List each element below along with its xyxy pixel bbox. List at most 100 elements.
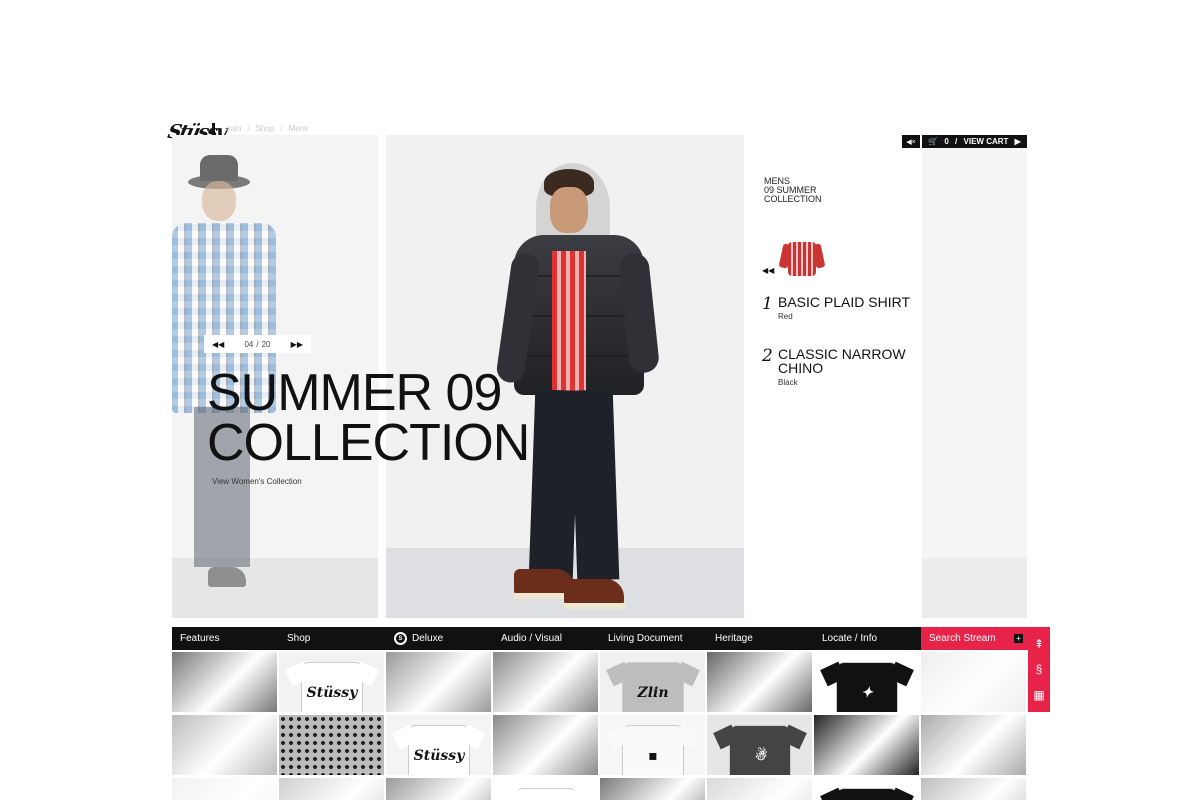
breadcrumb-separator: / — [280, 124, 283, 133]
look-pager: ◀◀ 04 / 20 ▶▶ — [204, 335, 311, 353]
product-name: BASIC PLAID SHIRT — [778, 294, 911, 310]
breadcrumb-shop[interactable]: Shop — [256, 124, 275, 133]
plus-icon[interactable]: + — [1014, 634, 1023, 643]
nav-shop[interactable]: Shop — [279, 627, 386, 650]
play-arrow-icon: ▶ — [1014, 137, 1021, 146]
breadcrumb-site[interactable]: .com — [224, 124, 241, 133]
model-face — [550, 187, 588, 233]
tshirt-image: ☃ — [729, 725, 791, 775]
nav-label: Locate / Info — [822, 633, 878, 644]
breadcrumb: .com / Shop / Mens — [224, 124, 308, 133]
tshirt-graphic: Stüssy — [413, 748, 465, 764]
stream-tile[interactable] — [172, 778, 277, 800]
stream-tile[interactable] — [493, 652, 598, 712]
tshirt-image: ✦ — [836, 662, 898, 712]
model-head — [202, 181, 236, 221]
product-color: Black — [778, 378, 798, 387]
stream-tile[interactable] — [921, 715, 1026, 775]
nav-heritage[interactable]: Heritage — [707, 627, 814, 650]
stream-tile[interactable]: Zlin — [600, 652, 705, 712]
tshirt-image: Stüssy — [408, 725, 470, 775]
stream-tile[interactable] — [386, 652, 491, 712]
nav-label: Living Document — [608, 633, 683, 644]
product-column-heading: MENS 09 SUMMER COLLECTION — [764, 176, 822, 204]
stream-tile[interactable] — [921, 778, 1026, 800]
cart-bar: ◀× 🛒 0 / VIEW CART ▶ — [902, 135, 1027, 148]
product-number: 2 — [762, 346, 773, 366]
pager-current: 04 — [244, 339, 254, 349]
cart-count: 0 — [944, 137, 949, 146]
up-arrow-icon[interactable]: ⇞ — [1034, 638, 1044, 650]
jeans-right-leg — [570, 389, 620, 581]
pager-prev-icon[interactable]: ◀◀ — [212, 340, 224, 349]
stream-tile[interactable] — [172, 652, 277, 712]
pager-total: 20 — [261, 339, 271, 349]
stream-tile[interactable] — [814, 778, 919, 800]
stream-tile[interactable]: ▪ — [600, 715, 705, 775]
stream-tile[interactable] — [600, 778, 705, 800]
nav-deluxe[interactable]: S Deluxe — [386, 627, 493, 650]
shirt-thumbnail[interactable] — [778, 238, 826, 278]
product-prev-icon[interactable]: ◀◀ — [762, 266, 774, 275]
tshirt-image: ▪ — [622, 725, 684, 775]
tshirt-graphic: ✦ — [861, 685, 873, 701]
tshirt-graphic: Zlin — [637, 685, 669, 701]
tshirt-image: Stüssy — [515, 788, 577, 800]
stream-tile[interactable]: ✦ — [814, 652, 919, 712]
stream-tile[interactable] — [921, 652, 1026, 712]
stream-tile[interactable] — [172, 715, 277, 775]
boot-right — [564, 579, 624, 605]
collection-title: SUMMER 09 COLLECTION — [207, 364, 530, 472]
floor — [172, 558, 378, 618]
product-name: CLASSIC NARROW CHINO — [778, 346, 906, 376]
cart-icon: 🛒 — [928, 137, 939, 146]
tshirt-graphic: Stüssy — [306, 685, 358, 701]
nav-features[interactable]: Features — [172, 627, 279, 650]
product-number: 1 — [762, 294, 773, 314]
stream-tile[interactable]: Stüssy — [279, 652, 384, 712]
view-cart-label: VIEW CART — [963, 137, 1009, 146]
view-cart-button[interactable]: 🛒 0 / VIEW CART ▶ — [922, 135, 1027, 148]
nav-locate-info[interactable]: Locate / Info — [814, 627, 921, 650]
pager-separator: / — [256, 339, 259, 349]
speaker-mute-icon[interactable]: ◀× — [902, 135, 920, 148]
pager-next-icon[interactable]: ▶▶ — [291, 340, 303, 349]
breadcrumb-mens[interactable]: Mens — [289, 124, 309, 133]
stream-tile[interactable]: Stüssy — [493, 778, 598, 800]
nav-label: Search Stream — [929, 633, 996, 644]
tshirt-image: Stüssy — [301, 662, 363, 712]
stream-tile[interactable]: Stüssy — [386, 715, 491, 775]
product-color: Red — [778, 312, 793, 321]
next-look-panel[interactable] — [922, 135, 1027, 618]
main-nav: Features Shop S Deluxe Audio / Visual Li… — [172, 627, 1028, 650]
pattern-tile[interactable] — [279, 715, 384, 775]
womens-collection-link[interactable]: View Women's Collection — [212, 477, 302, 486]
model-shoes — [208, 567, 246, 587]
stream-tile[interactable] — [707, 778, 812, 800]
boot-sole — [564, 603, 626, 609]
tshirt-image — [836, 788, 898, 800]
grid-icon[interactable]: ▦ — [1033, 689, 1044, 701]
nav-label: Audio / Visual — [501, 633, 562, 644]
cart-separator: / — [955, 137, 958, 146]
red-plaid-shirt — [552, 251, 586, 391]
tshirt-graphic: ▪ — [648, 748, 658, 764]
nav-label: Shop — [287, 633, 311, 644]
floor — [922, 558, 1027, 618]
hat-crown — [200, 155, 238, 181]
stream-tile[interactable] — [279, 778, 384, 800]
stream-tile[interactable] — [386, 778, 491, 800]
nav-label: Features — [180, 633, 220, 644]
stream-tile[interactable] — [707, 652, 812, 712]
stussy-s-icon: S — [394, 632, 407, 645]
nav-living-document[interactable]: Living Document — [600, 627, 707, 650]
nav-label: Deluxe — [412, 633, 444, 644]
stream-grid: Stüssy Zlin ✦ Stüssy ▪ ☃ Stüssy — [172, 652, 1028, 800]
stream-tile[interactable] — [493, 715, 598, 775]
stream-tile[interactable]: ☃ — [707, 715, 812, 775]
pager-count: 04 / 20 — [244, 340, 270, 349]
stream-tile[interactable] — [814, 715, 919, 775]
stussy-s-icon[interactable]: § — [1036, 663, 1043, 675]
nav-audio-visual[interactable]: Audio / Visual — [493, 627, 600, 650]
nav-search-stream[interactable]: Search Stream + — [921, 627, 1028, 650]
